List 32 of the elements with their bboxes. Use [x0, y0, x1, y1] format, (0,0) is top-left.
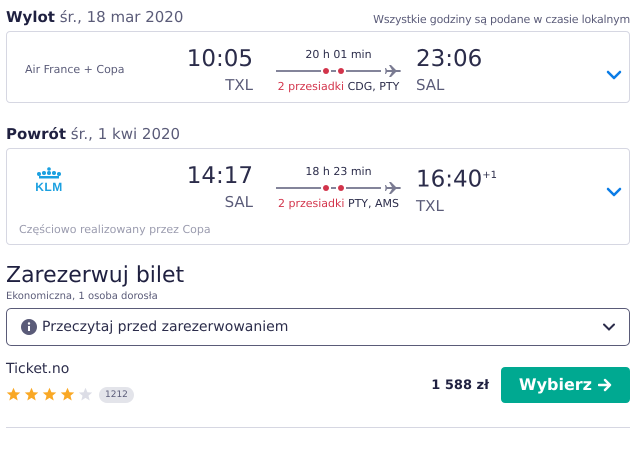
leg-heading: Wylot śr., 18 mar 2020 [6, 8, 184, 26]
stops-info: 2 przesiadki CDG, PTY [278, 80, 400, 93]
chevron-icon [603, 322, 615, 331]
flight-duration: 20 h 01 min [305, 48, 372, 61]
departure-time: 14:17 [186, 162, 253, 191]
flight-card[interactable]: KLM 14:17 SAL 18 h 23 min 2 przesiadki PTY, AMS 16:40$^{+1}$ TXL Częściowo realizowany przez Copa [6, 148, 630, 245]
leg-heading: Powrót śr., 1 kwi 2020 [6, 125, 180, 143]
flight-card[interactable]: Air France + Copa 10:05 TXL 20 h 01 min 2 przesiadki CDG, PTY 23:06 SAL [6, 31, 630, 103]
departure-airport: SAL [224, 193, 253, 211]
price: 1 588 zł [431, 378, 489, 393]
info-dropdown[interactable]: Przeczytaj przed zarezerwowaniem [6, 308, 630, 346]
stops-info: 2 przesiadki PTY, AMS [278, 197, 400, 210]
review-count: 1212 [99, 386, 134, 403]
flight-duration: 18 h 23 min [305, 165, 372, 178]
operator-note: Częściowo realizowany przez Copa [18, 222, 212, 236]
arrival-time: 16:40$^{+1}$ [416, 166, 498, 195]
timezone-note: Wszystkie godziny są podane w czasie lokalnym [373, 13, 630, 26]
info-icon [21, 318, 37, 335]
airline-name: Air France + Copa [25, 63, 125, 76]
departure-airport: TXL [225, 76, 253, 94]
provider-name: Ticket.no [6, 360, 70, 377]
booking-title: Zarezerwuj bilet [6, 262, 186, 288]
arrival-airport: SAL [416, 76, 444, 94]
chevron-icon[interactable] [606, 187, 622, 197]
chevron-icon[interactable] [606, 70, 622, 80]
arrival-airport: TXL [416, 196, 444, 215]
crown-icon [36, 167, 62, 179]
arrival-time: 23:06 [416, 45, 482, 74]
arrow-right-icon [598, 378, 612, 392]
airline-logo-text: KLM [35, 180, 63, 194]
booking-subtitle: Ekonomiczna, 1 osoba dorosła [6, 290, 159, 302]
departure-time: 10:05 [186, 45, 253, 74]
